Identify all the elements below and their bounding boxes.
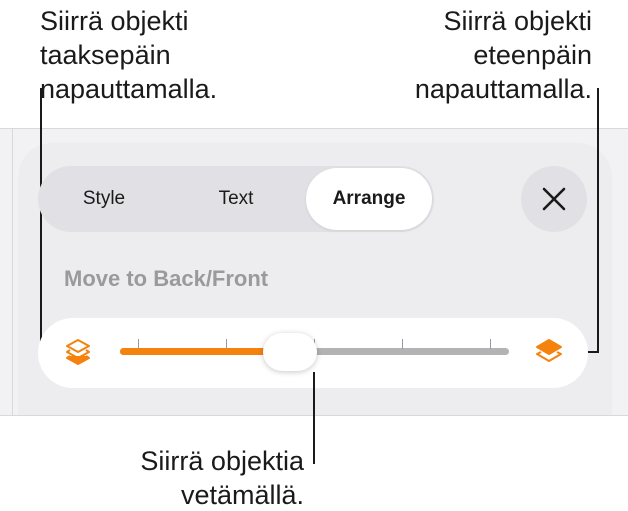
slider-tick bbox=[402, 339, 403, 349]
slider-tick bbox=[226, 339, 227, 349]
tab-text[interactable]: Text bbox=[170, 166, 302, 232]
screenshot-canvas: Siirrä objekti taaksepäin napauttamalla.… bbox=[0, 0, 628, 511]
tab-style[interactable]: Style bbox=[38, 166, 170, 232]
tab-bar: Style Text Arrange bbox=[38, 166, 434, 232]
layers-back-icon[interactable] bbox=[64, 337, 92, 372]
tab-arrange[interactable]: Arrange bbox=[306, 168, 432, 230]
callout-drag: Siirrä objektia vetämällä. bbox=[140, 446, 304, 510]
leader-line-drag-vertical bbox=[313, 372, 315, 464]
close-button[interactable] bbox=[521, 166, 587, 232]
leader-line-front-vertical bbox=[597, 88, 599, 353]
callout-move-front: Siirrä objekti eteenpäin napauttamalla. bbox=[414, 6, 592, 104]
slider-tick bbox=[138, 339, 139, 349]
slider-thumb[interactable] bbox=[262, 333, 317, 371]
slider-tick bbox=[490, 339, 491, 349]
callout-move-back: Siirrä objekti taaksepäin napauttamalla. bbox=[40, 6, 218, 104]
section-label-move-to-back-front: Move to Back/Front bbox=[64, 266, 269, 291]
layers-front-icon[interactable] bbox=[534, 337, 564, 372]
close-icon bbox=[542, 187, 566, 211]
